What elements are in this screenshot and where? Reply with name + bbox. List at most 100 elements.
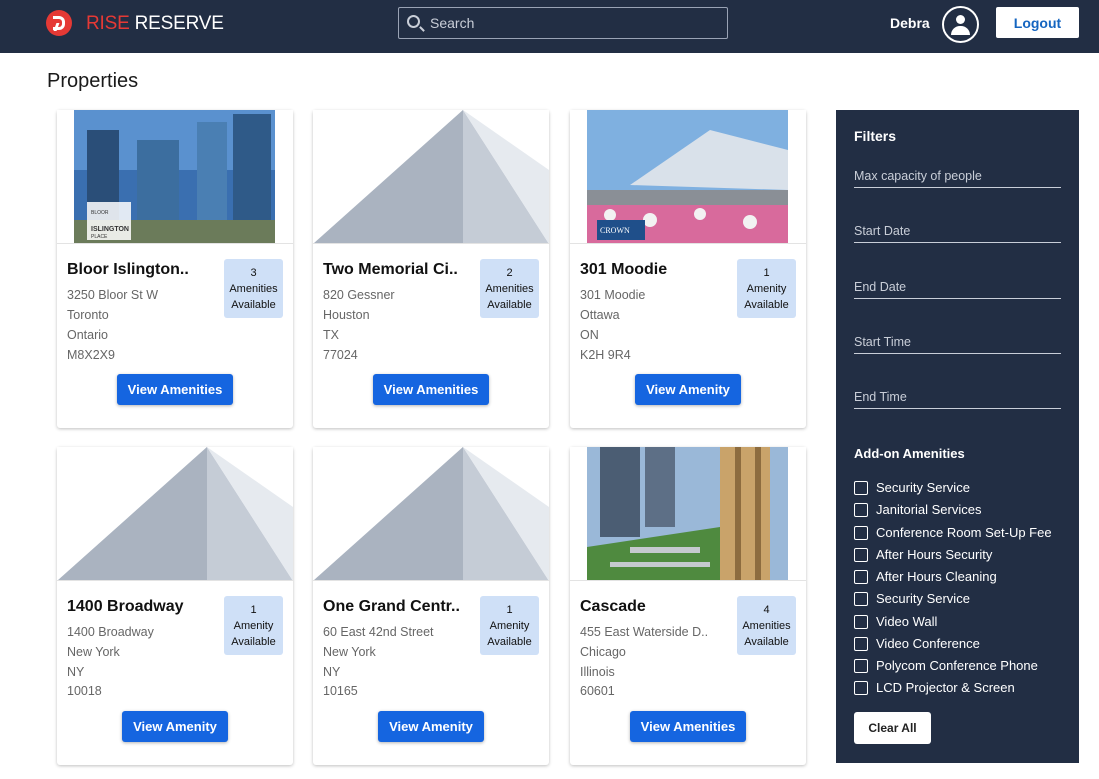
property-name: 1400 Broadway	[67, 598, 184, 615]
addon-checkbox[interactable]	[854, 681, 868, 695]
addon-checkbox[interactable]	[854, 615, 868, 629]
property-region: NY	[67, 665, 85, 679]
property-image	[570, 447, 806, 581]
addon-label: Security Service	[876, 480, 970, 495]
addon-checkbox[interactable]	[854, 526, 868, 540]
view-amenities-button[interactable]: View Amenities	[373, 374, 489, 405]
property-address: 3250 Bloor St W	[67, 288, 159, 302]
page-title: Properties	[47, 70, 139, 92]
avatar-head	[956, 15, 965, 24]
end-date-input[interactable]	[854, 277, 1061, 297]
clear-all-button[interactable]: Clear All	[854, 712, 931, 744]
max-capacity-field[interactable]	[854, 166, 1061, 188]
amenities-badge: 1 Amenity Available	[480, 596, 539, 655]
amenities-badge: 3 Amenities Available	[224, 259, 283, 318]
svg-text:CROWN: CROWN	[600, 226, 630, 235]
property-image	[57, 447, 293, 581]
logout-button[interactable]: Logout	[996, 7, 1079, 38]
brand-rise: RISE	[86, 13, 130, 34]
view-amenities-button[interactable]: View Amenities	[117, 374, 233, 405]
addon-checkbox[interactable]	[854, 481, 868, 495]
end-time-field[interactable]	[854, 387, 1061, 409]
amenity-word: Amenities	[742, 620, 791, 632]
property-postal: 10165	[323, 684, 358, 698]
view-amenity-button[interactable]: View Amenity	[122, 711, 228, 742]
property-address: 455 East Waterside D..	[580, 625, 709, 639]
amenity-available: Available	[744, 299, 789, 311]
amenity-available: Available	[487, 299, 532, 311]
property-image: BLOOR ISLINGTON PLACE	[57, 110, 293, 244]
property-card: 1400 Broadway 1400 Broadway New York NY …	[57, 447, 293, 765]
amenity-available: Available	[744, 636, 789, 648]
property-region: Ontario	[67, 328, 108, 342]
addon-checkbox[interactable]	[854, 637, 868, 651]
amenity-count: 1	[763, 267, 770, 279]
property-image: CROWN	[570, 110, 806, 244]
property-region: TX	[323, 328, 339, 342]
rise-reserve-logo-icon[interactable]	[46, 10, 72, 36]
username: Debra	[890, 15, 930, 31]
addon-checkbox[interactable]	[854, 592, 868, 606]
property-name: Bloor Islington..	[67, 261, 189, 278]
max-capacity-input[interactable]	[854, 166, 1061, 186]
addons-title: Add-on Amenities	[854, 446, 965, 461]
property-city: New York	[67, 645, 120, 659]
search-icon	[407, 15, 420, 28]
filters-title: Filters	[854, 128, 897, 144]
amenity-word: Amenity	[746, 283, 787, 295]
search-box[interactable]	[398, 7, 728, 39]
property-address: 301 Moodie	[580, 288, 646, 302]
addon-label: After Hours Security	[876, 547, 993, 562]
property-name: 301 Moodie	[580, 261, 668, 278]
brand-name[interactable]: RISE RESERVE	[86, 13, 224, 35]
brand-reserve: RESERVE	[134, 13, 224, 34]
view-amenities-button[interactable]: View Amenities	[630, 711, 746, 742]
end-time-input[interactable]	[854, 387, 1061, 407]
amenity-count: 1	[250, 604, 257, 616]
property-image	[313, 447, 549, 581]
addon-checkbox[interactable]	[854, 659, 868, 673]
property-region: ON	[580, 328, 599, 342]
svg-text:BLOOR: BLOOR	[91, 210, 109, 216]
amenity-count: 2	[506, 267, 513, 279]
amenity-available: Available	[231, 636, 276, 648]
property-region: Illinois	[580, 665, 615, 679]
addon-label: Janitorial Services	[876, 502, 982, 517]
amenities-badge: 4 Amenities Available	[737, 596, 796, 655]
property-city: Ottawa	[580, 308, 620, 322]
addon-label: Security Service	[876, 591, 970, 606]
property-postal: M8X2X9	[67, 348, 115, 362]
addon-label: Polycom Conference Phone	[876, 658, 1038, 673]
property-city: Houston	[323, 308, 370, 322]
view-amenity-button[interactable]: View Amenity	[635, 374, 741, 405]
property-postal: 60601	[580, 684, 615, 698]
addon-label: After Hours Cleaning	[876, 569, 997, 584]
addon-checkbox[interactable]	[854, 548, 868, 562]
amenities-badge: 1 Amenity Available	[737, 259, 796, 318]
amenity-available: Available	[487, 636, 532, 648]
addon-checkbox[interactable]	[854, 503, 868, 517]
property-card: Two Memorial Ci.. 820 Gessner Houston TX…	[313, 110, 549, 428]
end-date-field[interactable]	[854, 277, 1061, 299]
addon-checkbox[interactable]	[854, 570, 868, 584]
property-image	[313, 110, 549, 244]
account-icon[interactable]	[942, 6, 979, 43]
start-time-input[interactable]	[854, 332, 1061, 352]
start-date-input[interactable]	[854, 221, 1061, 241]
filters-panel: Filters Add-on Amenities Security Servic…	[836, 110, 1079, 763]
addon-label: Video Wall	[876, 614, 938, 629]
property-card: BLOOR ISLINGTON PLACE Bloor Islington.. …	[57, 110, 293, 428]
svg-text:PLACE: PLACE	[91, 234, 108, 240]
property-region: NY	[323, 665, 341, 679]
svg-text:ISLINGTON: ISLINGTON	[91, 226, 129, 233]
search-input[interactable]	[430, 8, 720, 38]
property-name: One Grand Centr..	[323, 598, 460, 615]
start-date-field[interactable]	[854, 221, 1061, 243]
property-card: CROWN 301 Moodie 301 Moodie Ottawa ON K2…	[570, 110, 806, 428]
view-amenity-button[interactable]: View Amenity	[378, 711, 484, 742]
property-card: Cascade 455 East Waterside D.. Chicago I…	[570, 447, 806, 765]
amenity-word: Amenities	[229, 283, 278, 295]
property-address: 60 East 42nd Street	[323, 625, 434, 639]
amenity-count: 3	[250, 267, 257, 279]
start-time-field[interactable]	[854, 332, 1061, 354]
